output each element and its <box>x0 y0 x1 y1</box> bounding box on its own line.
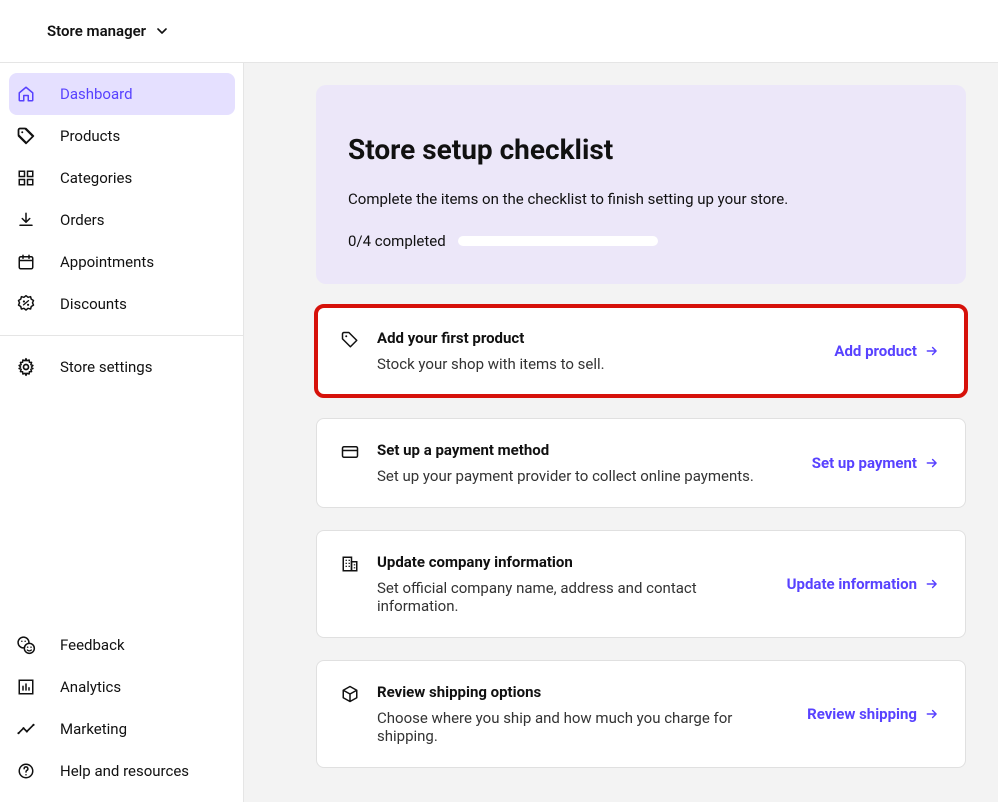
task-title: Review shipping options <box>377 683 791 701</box>
sidebar-item-label: Appointments <box>60 253 154 271</box>
task-title: Add your first product <box>377 329 818 347</box>
sidebar: Dashboard Products Categories Orders <box>0 62 244 802</box>
task-action-label: Review shipping <box>807 705 917 723</box>
sidebar-item-appointments[interactable]: Appointments <box>9 241 235 283</box>
emoji-icon <box>16 635 36 655</box>
sidebar-item-label: Help and resources <box>60 762 189 780</box>
sidebar-main-nav: Dashboard Products Categories Orders <box>0 63 243 336</box>
sidebar-item-label: Orders <box>60 211 105 229</box>
checklist-subtitle: Complete the items on the checklist to f… <box>348 190 934 208</box>
sidebar-item-label: Products <box>60 127 120 145</box>
layout: Dashboard Products Categories Orders <box>0 62 998 802</box>
store-manager-label: Store manager <box>47 22 146 40</box>
sidebar-item-feedback[interactable]: Feedback <box>9 624 235 666</box>
task-body: Review shipping options Choose where you… <box>377 683 791 745</box>
store-manager-dropdown[interactable]: Store manager <box>47 22 168 40</box>
sidebar-item-categories[interactable]: Categories <box>9 157 235 199</box>
task-card-add-product: Add your first product Stock your shop w… <box>316 306 966 396</box>
checklist-progress: 0/4 completed <box>348 232 934 250</box>
gear-icon <box>16 357 36 377</box>
task-action-setup-payment[interactable]: Set up payment <box>812 454 939 472</box>
arrow-right-icon <box>925 707 939 721</box>
sidebar-item-label: Marketing <box>60 720 127 738</box>
task-title: Update company information <box>377 553 771 571</box>
task-desc: Set up your payment provider to collect … <box>377 467 796 485</box>
sidebar-item-label: Discounts <box>60 295 127 313</box>
task-card-company-info: Update company information Set official … <box>316 530 966 638</box>
arrow-right-icon <box>925 577 939 591</box>
sidebar-item-store-settings[interactable]: Store settings <box>9 346 235 388</box>
sidebar-item-marketing[interactable]: Marketing <box>9 708 235 750</box>
sidebar-bottom-nav: Feedback Analytics Marketing Help and re… <box>0 616 243 802</box>
sidebar-item-label: Dashboard <box>60 85 133 103</box>
task-action-update-info[interactable]: Update information <box>787 575 939 593</box>
task-desc: Choose where you ship and how much you c… <box>377 709 791 745</box>
task-action-add-product[interactable]: Add product <box>834 342 939 360</box>
tag-icon <box>339 331 361 353</box>
task-desc: Stock your shop with items to sell. <box>377 355 818 373</box>
sidebar-settings-section: Store settings <box>0 336 243 398</box>
task-desc: Set official company name, address and c… <box>377 579 771 615</box>
task-body: Add your first product Stock your shop w… <box>377 329 818 373</box>
bar-chart-icon <box>16 677 36 697</box>
sidebar-item-label: Feedback <box>60 636 125 654</box>
grid-icon <box>16 168 36 188</box>
gear-badge-icon <box>16 294 36 314</box>
task-action-label: Set up payment <box>812 454 917 472</box>
sidebar-item-help[interactable]: Help and resources <box>9 750 235 792</box>
sidebar-item-discounts[interactable]: Discounts <box>9 283 235 325</box>
task-action-label: Add product <box>834 342 917 360</box>
arrow-right-icon <box>925 344 939 358</box>
main-content: Store setup checklist Complete the items… <box>244 62 998 802</box>
calendar-icon <box>16 252 36 272</box>
task-card-shipping: Review shipping options Choose where you… <box>316 660 966 768</box>
tag-icon <box>16 126 36 146</box>
task-body: Set up a payment method Set up your paym… <box>377 441 796 485</box>
checklist-header-card: Store setup checklist Complete the items… <box>316 85 966 284</box>
home-icon <box>16 84 36 104</box>
sidebar-item-orders[interactable]: Orders <box>9 199 235 241</box>
task-action-label: Update information <box>787 575 917 593</box>
header: Store manager <box>0 0 998 62</box>
progress-text: 0/4 completed <box>348 232 446 250</box>
help-icon <box>16 761 36 781</box>
task-card-payment: Set up a payment method Set up your paym… <box>316 418 966 508</box>
chevron-down-icon <box>156 25 168 37</box>
arrow-right-icon <box>925 456 939 470</box>
progress-bar <box>458 236 658 246</box>
sidebar-item-analytics[interactable]: Analytics <box>9 666 235 708</box>
trend-icon <box>16 719 36 739</box>
credit-card-icon <box>339 443 361 465</box>
task-action-review-shipping[interactable]: Review shipping <box>807 705 939 723</box>
sidebar-item-products[interactable]: Products <box>9 115 235 157</box>
task-body: Update company information Set official … <box>377 553 771 615</box>
download-icon <box>16 210 36 230</box>
sidebar-item-label: Categories <box>60 169 132 187</box>
sidebar-item-dashboard[interactable]: Dashboard <box>9 73 235 115</box>
checklist-title: Store setup checklist <box>348 133 934 166</box>
task-title: Set up a payment method <box>377 441 796 459</box>
sidebar-item-label: Analytics <box>60 678 121 696</box>
building-icon <box>339 555 361 577</box>
package-icon <box>339 685 361 707</box>
sidebar-item-label: Store settings <box>60 358 152 376</box>
